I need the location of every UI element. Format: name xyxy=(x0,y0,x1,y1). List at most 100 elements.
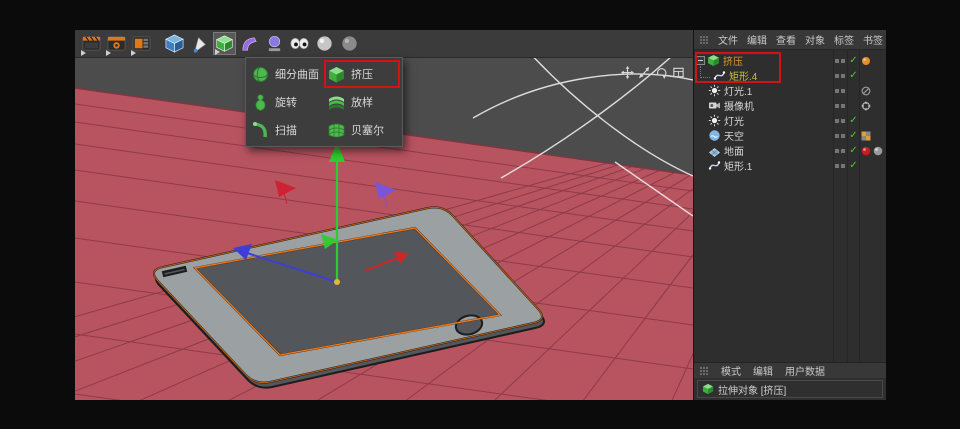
lathe-icon xyxy=(251,93,270,112)
generators-dropdown-menu: 细分曲面 挤压 旋转 放样 xyxy=(245,57,403,147)
om-menu-file[interactable]: 文件 xyxy=(718,32,738,47)
menu-item-sweep[interactable]: 扫描 xyxy=(248,116,324,144)
object-name: 矩形.1 xyxy=(724,158,752,173)
status-object-label: 拉伸对象 [挤压] xyxy=(718,382,786,397)
visibility-dots[interactable] xyxy=(835,149,845,153)
enable-check-icon[interactable]: ✓ xyxy=(848,128,859,143)
target-tag-icon xyxy=(861,101,871,111)
render-view-icon[interactable] xyxy=(80,32,103,55)
object-row-floor[interactable]: 地面 ✓ xyxy=(694,143,886,158)
extrude-icon xyxy=(327,65,346,84)
extrude-object-icon xyxy=(702,383,714,395)
tab-user-data[interactable]: 用户数据 xyxy=(785,363,825,378)
object-row-rectangle4[interactable]: 矩形.4 ✓ xyxy=(694,68,886,83)
enable-check-icon[interactable]: ✓ xyxy=(848,68,859,83)
zoom-view-icon[interactable] xyxy=(638,66,651,79)
tree-branch xyxy=(700,66,710,78)
object-row-light1[interactable]: 灯光.1 xyxy=(694,83,886,98)
object-row-camera[interactable]: 摄像机 xyxy=(694,98,886,113)
panel-grip-icon[interactable] xyxy=(699,366,709,376)
switch-view-icon[interactable] xyxy=(672,66,685,79)
object-manager-menubar: 文件 编辑 查看 对象 标签 书签 xyxy=(694,30,886,50)
om-menu-view[interactable]: 查看 xyxy=(776,32,796,47)
shading-ball-icon[interactable] xyxy=(338,32,361,55)
visibility-dots[interactable] xyxy=(835,89,845,93)
tag-icons[interactable] xyxy=(861,146,883,156)
enable-check-icon[interactable]: ✓ xyxy=(848,53,859,68)
submenu-arrow-icon xyxy=(215,49,220,55)
object-name: 摄像机 xyxy=(724,98,754,113)
toolbar-separator xyxy=(155,32,161,55)
object-name: 天空 xyxy=(724,128,744,143)
enable-check-icon[interactable]: ✓ xyxy=(848,158,859,173)
deformers-menu-icon[interactable] xyxy=(238,32,261,55)
visibility-dots[interactable] xyxy=(835,59,845,63)
om-menu-bookmarks[interactable]: 书签 xyxy=(863,32,883,47)
object-name: 挤压 xyxy=(723,53,743,68)
light-object-icon xyxy=(708,84,721,97)
tag-icons[interactable] xyxy=(861,101,871,111)
menu-item-loft[interactable]: 放样 xyxy=(324,88,400,116)
object-row-sky[interactable]: 天空 ✓ xyxy=(694,128,886,143)
sky-object-icon xyxy=(708,129,721,142)
menu-item-extrude[interactable]: 挤压 xyxy=(324,60,400,88)
om-menu-object[interactable]: 对象 xyxy=(805,32,825,47)
material-tag-red-icon xyxy=(861,146,871,156)
submenu-arrow-icon xyxy=(81,50,86,56)
viewport-controls xyxy=(621,66,685,79)
attribute-status-bar: 拉伸对象 [挤压] xyxy=(694,378,886,400)
left-column: 细分曲面 挤压 旋转 放样 xyxy=(75,30,693,400)
tab-edit[interactable]: 编辑 xyxy=(753,363,773,378)
enable-check-icon[interactable]: ✓ xyxy=(848,143,859,158)
menu-item-label: 挤压 xyxy=(351,66,373,82)
om-menu-edit[interactable]: 编辑 xyxy=(747,32,767,47)
pan-view-icon[interactable] xyxy=(621,66,634,79)
scene-environment-icon[interactable] xyxy=(263,32,286,55)
gizmo-center[interactable] xyxy=(334,279,340,285)
main-toolbar xyxy=(75,30,693,58)
spline-object-icon xyxy=(713,69,726,82)
material-ball-icon[interactable] xyxy=(313,32,336,55)
generators-menu-button[interactable] xyxy=(213,32,236,55)
rotate-view-icon[interactable] xyxy=(655,66,668,79)
tag-icons[interactable] xyxy=(861,131,871,141)
object-row-rectangle1[interactable]: 矩形.1 ✓ xyxy=(694,158,886,173)
visibility-dots[interactable] xyxy=(835,119,845,123)
menu-item-label: 贝塞尔 xyxy=(351,122,384,138)
om-menu-tags[interactable]: 标签 xyxy=(834,32,854,47)
phong-tag-icon xyxy=(861,56,871,66)
compositing-tag-icon xyxy=(861,131,871,141)
tag-icons[interactable] xyxy=(861,56,871,66)
menu-item-lathe[interactable]: 旋转 xyxy=(248,88,324,116)
floor-object-icon xyxy=(708,144,721,157)
render-settings-icon[interactable] xyxy=(130,32,153,55)
attribute-mode-bar: 模式 编辑 用户数据 xyxy=(694,362,886,378)
visibility-dots[interactable] xyxy=(835,104,845,108)
panel-grip-icon[interactable] xyxy=(699,35,709,45)
menu-item-bezier[interactable]: 贝塞尔 xyxy=(324,116,400,144)
object-name: 地面 xyxy=(724,143,744,158)
menu-item-label: 旋转 xyxy=(275,94,297,110)
object-row-light[interactable]: 灯光 ✓ xyxy=(694,113,886,128)
visibility-dots[interactable] xyxy=(835,74,845,78)
sweep-icon xyxy=(251,121,270,140)
object-name: 灯光.1 xyxy=(724,83,752,98)
expander-icon[interactable] xyxy=(696,56,705,65)
tag-icons[interactable] xyxy=(861,86,871,96)
material-tag-gray-icon xyxy=(873,146,883,156)
render-picture-viewer-icon[interactable] xyxy=(105,32,128,55)
menu-item-label: 放样 xyxy=(351,94,373,110)
object-row-extrude[interactable]: 挤压 ✓ xyxy=(694,53,886,68)
light-object-icon xyxy=(708,114,721,127)
menu-item-subdivision-surface[interactable]: 细分曲面 xyxy=(248,60,324,88)
cube-primitive-icon[interactable] xyxy=(163,32,186,55)
submenu-arrow-icon xyxy=(131,50,136,56)
tab-mode[interactable]: 模式 xyxy=(721,363,741,378)
menu-item-label: 扫描 xyxy=(275,122,297,138)
visibility-dots[interactable] xyxy=(835,164,845,168)
enable-check-icon[interactable]: ✓ xyxy=(848,113,859,128)
pen-spline-icon[interactable] xyxy=(188,32,211,55)
eyes-icon[interactable] xyxy=(288,32,311,55)
object-manager-panel: 文件 编辑 查看 对象 标签 书签 挤压 ✓ xyxy=(693,30,886,400)
visibility-dots[interactable] xyxy=(835,134,845,138)
